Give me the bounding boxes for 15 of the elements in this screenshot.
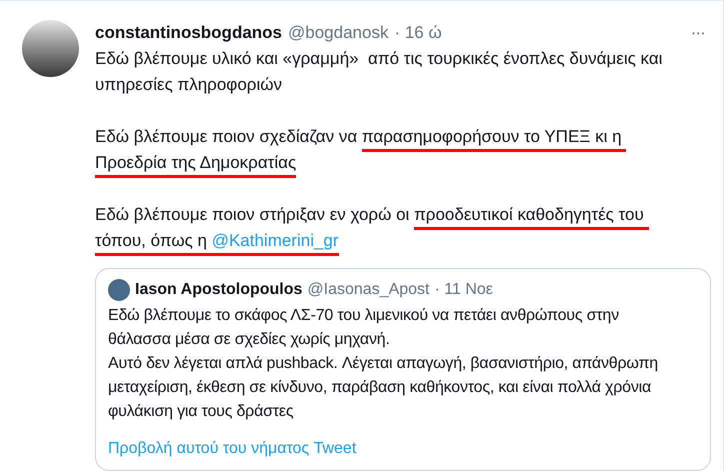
tweet-paragraph: Εδώ βλέπουμε ποιον στήριξαν εν χορώ οι προοδευτικοί καθοδηγητές του τόπου, όπως η @Kathimerini_gr bbox=[95, 202, 689, 254]
quoted-author-handle: @Iasonas_Apost bbox=[307, 280, 430, 300]
tweet-paragraph: Εδώ βλέπουμε ποιον σχεδίαζαν να παρασημοφορήσουν το ΥΠΕΞ κι η Προεδρία της Δημοκρατίας bbox=[95, 124, 689, 176]
author-name[interactable]: constantinosbogdanos bbox=[95, 21, 282, 45]
quoted-avatar-photo-placeholder bbox=[108, 279, 130, 301]
author-handle[interactable]: @bogdanosk bbox=[288, 21, 388, 45]
quoted-tweet-card[interactable] bbox=[95, 268, 711, 471]
quoted-author-name: Iason Apostolopoulos bbox=[135, 280, 302, 300]
quoted-tweet-text: Εδώ βλέπουμε το σκάφος ΛΣ-70 του λιμενικού να πετάει ανθρώπους στην θάλασσα μέσα σε σχεδίες χωρίς μηχανή. Αυτό δεν λέγεται απλά pushback. Λέγεται απαγωγή, βασανιστήριο, απάνθρωπη μεταχείριση, έκθεση σε κίνδυνο, παράβαση καθήκοντος, και είναι πολλά χρόνια φυλάκιση για τους δράστες bbox=[108, 306, 659, 422]
quoted-tweet-time: · 11 Νοε bbox=[434, 280, 493, 300]
tweet-time[interactable]: · 16 ώ bbox=[394, 21, 442, 45]
mention-link[interactable]: @Kathimerini_gr bbox=[212, 231, 339, 256]
more-options-button[interactable]: ··· bbox=[690, 21, 705, 45]
tweet-paragraph: Εδώ βλέπουμε υλικό και «γραμμή» από τις τουρκικές ένοπλες δυνάμεις και υπηρεσίες πληροφοριών bbox=[95, 48, 664, 96]
show-thread-link[interactable]: Προβολή αυτού του νήματος Tweet bbox=[108, 438, 356, 460]
